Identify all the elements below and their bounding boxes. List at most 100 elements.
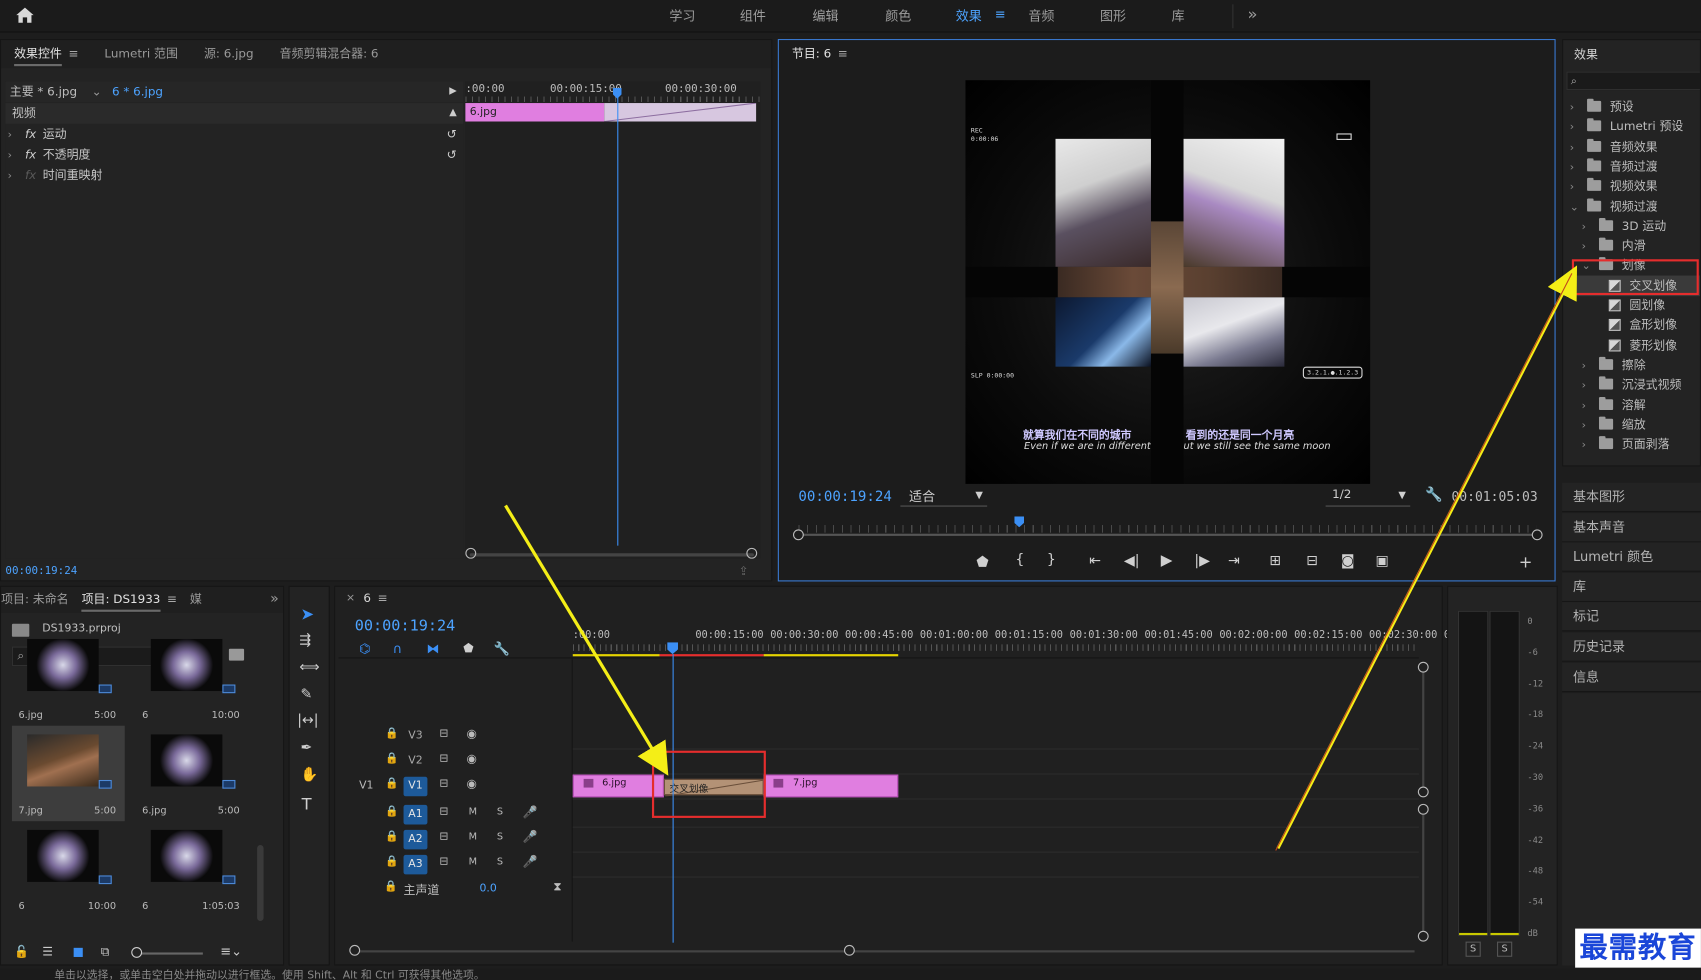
scroll-handle-icon[interactable] [792, 529, 804, 541]
track-target[interactable]: V2 [404, 752, 428, 772]
folder-item[interactable]: › 页面剥落 [1563, 434, 1700, 455]
master-clip-label[interactable]: 主要 * 6.jpg [10, 85, 77, 99]
effect-item[interactable]: 菱形划像 [1563, 335, 1700, 356]
ripple-edit-tool-icon[interactable]: ⟺ [299, 660, 319, 676]
lift-icon[interactable]: ⊞ [1269, 553, 1281, 569]
tab-audio-clip-mixer[interactable]: 音频剪辑混合器: 6 [267, 40, 392, 68]
folder-item[interactable]: ⌄ 视频过渡 [1563, 196, 1700, 218]
chevron-right-icon[interactable]: › [1582, 217, 1593, 238]
nav-more-icon[interactable]: » [1248, 4, 1258, 24]
wrench-icon[interactable]: 🔧 [1425, 487, 1443, 503]
folder-item[interactable]: › 沉浸式视频 [1563, 374, 1700, 395]
folder-item[interactable]: › 溶解 [1563, 394, 1700, 416]
project-item[interactable]: 6 10:00 [136, 630, 249, 725]
panel-menu-icon[interactable]: ≡ [838, 40, 848, 68]
panel-link[interactable]: 历史记录 [1562, 632, 1701, 662]
eye-icon[interactable]: ◉ [466, 727, 476, 741]
linked-selection-icon[interactable]: ⧓ [426, 641, 439, 656]
tab-project-ds1933[interactable]: 项目: DS1933 ≡ [75, 587, 183, 614]
panel-link[interactable]: Lumetri 颜色 [1562, 542, 1701, 572]
razor-tool-icon[interactable]: ✎ [300, 687, 312, 703]
add-button-icon[interactable]: + [1519, 552, 1533, 572]
chevron-down-icon[interactable]: ⌄ [92, 85, 102, 99]
wrench-icon[interactable]: 🔧 [494, 641, 510, 656]
solo-button[interactable]: S [497, 832, 503, 843]
chevron-right-icon[interactable]: › [1582, 415, 1593, 436]
chevron-right-icon[interactable]: › [1582, 237, 1593, 258]
tab-effect-controls[interactable]: 效果控件 ≡ [1, 40, 91, 68]
transition-bar[interactable] [604, 102, 757, 123]
icon-view-icon[interactable]: ■ [73, 945, 84, 959]
sequence-clip-label[interactable]: 6 * 6.jpg [112, 85, 163, 99]
lock-icon[interactable]: 🔒 [385, 856, 399, 868]
scroll-handle-icon[interactable] [843, 944, 855, 956]
timeline-ruler[interactable]: :00:00 00:00:15:00 00:00:30:00 00:00:45:00 0… [573, 627, 1500, 657]
folder-item[interactable]: › 擦除 [1563, 355, 1700, 376]
chevron-right-icon[interactable]: › [1570, 117, 1581, 138]
compare-icon[interactable]: ▣ [1376, 553, 1389, 569]
track-select-tool-icon[interactable]: ⇶ [299, 632, 311, 648]
folder-item[interactable]: › 内滑 [1563, 236, 1700, 258]
add-marker-icon[interactable]: ⬟ [463, 641, 473, 655]
pen-tool-icon[interactable]: ✒ [300, 740, 312, 756]
chevron-right-icon[interactable]: › [1570, 177, 1581, 198]
track-target[interactable]: V3 [404, 727, 428, 747]
fit-dropdown[interactable]: 适合 ▼ [900, 487, 988, 507]
effect-row-motion[interactable]: › fx 运动 ↺ [5, 124, 463, 145]
tab-source[interactable]: 源: 6.jpg [191, 40, 267, 68]
track-target[interactable]: A2 [403, 829, 428, 850]
source-patch[interactable] [356, 855, 380, 875]
tab-lumetri-scopes[interactable]: Lumetri 范围 [91, 40, 191, 68]
solo-button[interactable]: S [497, 807, 503, 818]
project-item[interactable]: 6 1:05:03 [136, 821, 249, 916]
solo-button[interactable]: S [1465, 941, 1481, 957]
chevron-right-icon[interactable]: › [1570, 157, 1581, 178]
go-to-in-icon[interactable]: ⇤ [1089, 553, 1101, 569]
panel-overflow-icon[interactable]: » [266, 587, 283, 614]
video-v-scrollbar[interactable] [1422, 667, 1425, 792]
tab-project-unnamed[interactable]: 项目: 未命名 [1, 587, 75, 614]
sync-lock-icon[interactable]: ⊟ [439, 778, 448, 790]
track-target[interactable]: A1 [403, 804, 428, 825]
nav-effects[interactable]: 效果 [956, 7, 982, 25]
clip-6jpg[interactable]: 6.jpg [572, 774, 664, 798]
nav-edit[interactable]: 编辑 [813, 7, 839, 25]
chevron-right-icon[interactable]: › [1582, 395, 1593, 416]
folder-item[interactable]: › 缩放 [1563, 414, 1700, 436]
chevron-right-icon[interactable]: ▶ [449, 81, 457, 102]
clip-7jpg[interactable]: 7.jpg [763, 774, 899, 798]
sync-lock-icon[interactable]: ⊟ [439, 806, 448, 818]
folder-item[interactable]: › 视频效果 [1563, 176, 1700, 198]
step-back-icon[interactable]: ◀| [1124, 553, 1140, 569]
scroll-handle-icon[interactable] [1417, 661, 1429, 673]
lock-icon[interactable]: 🔓 [14, 945, 29, 959]
lock-icon[interactable]: 🔒 [385, 778, 399, 790]
nav-audio[interactable]: 音频 [1028, 7, 1054, 25]
track-target[interactable]: V1 [403, 776, 428, 797]
scroll-handle-icon[interactable] [1531, 529, 1543, 541]
project-item[interactable]: 7.jpg 5:00 [11, 725, 125, 822]
mute-button[interactable]: M [469, 857, 477, 868]
timeline-h-scrollbar[interactable] [355, 950, 1415, 953]
nav-assembly[interactable]: 组件 [740, 7, 766, 25]
folder-item[interactable]: › 音频效果 [1563, 136, 1700, 157]
solo-button[interactable]: S [497, 857, 503, 868]
folder-item[interactable]: › 音频过渡 [1563, 156, 1700, 178]
timeline-timecode[interactable]: 00:00:19:24 [355, 617, 456, 634]
collapse-up-icon[interactable]: ▲ [449, 103, 457, 124]
project-scrollbar[interactable] [257, 845, 264, 921]
audio-v-scrollbar[interactable] [1422, 809, 1425, 937]
scroll-handle-icon[interactable] [1417, 803, 1429, 815]
play-icon[interactable]: ▶ [1161, 552, 1173, 569]
effect-row-opacity[interactable]: › fx 不透明度 ↺ [5, 144, 463, 165]
scroll-handle-icon[interactable] [465, 547, 477, 559]
hand-tool-icon[interactable]: ✋ [300, 767, 318, 783]
sync-lock-icon[interactable]: ⊟ [439, 831, 448, 843]
nav-graphics[interactable]: 图形 [1100, 7, 1126, 25]
type-tool-icon[interactable]: T [302, 794, 312, 814]
chevron-down-icon[interactable]: ⌄ [1570, 197, 1581, 218]
snap-icon[interactable]: ⌬ [359, 641, 370, 656]
panel-link[interactable]: 基本图形 [1562, 482, 1701, 513]
effects-panel-title[interactable]: 效果 [1574, 46, 1598, 63]
mark-in-icon[interactable]: { [1015, 552, 1024, 568]
